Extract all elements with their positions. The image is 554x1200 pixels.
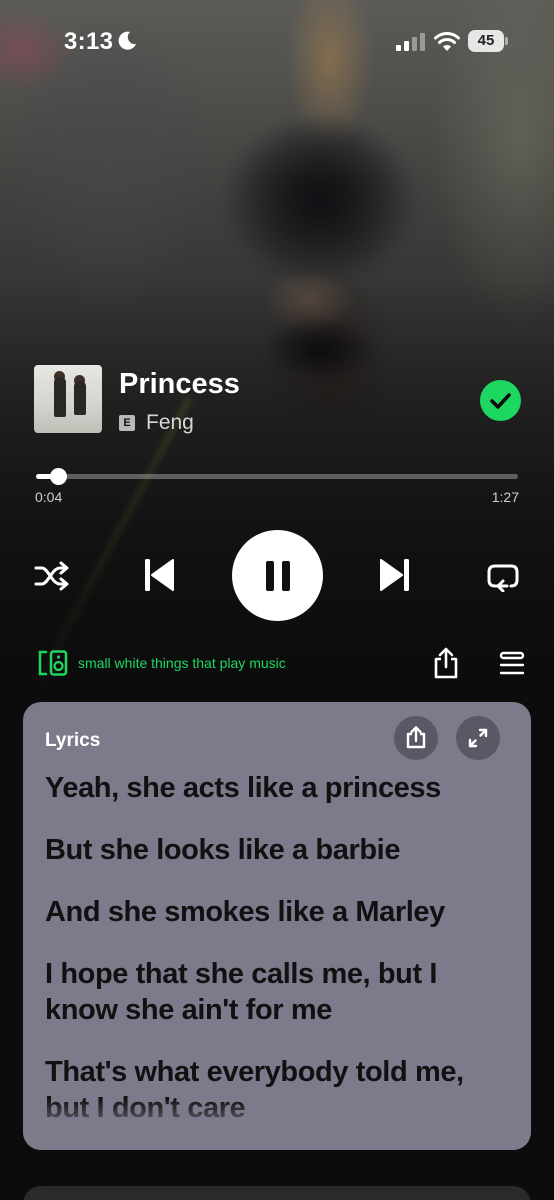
repeat-icon <box>487 564 519 592</box>
shuffle-icon <box>34 561 69 591</box>
shuffle-button[interactable] <box>32 556 72 596</box>
wifi-icon <box>434 32 460 51</box>
album-art-figure <box>74 381 86 415</box>
share-icon[interactable] <box>431 647 461 679</box>
signal-icon <box>396 33 425 51</box>
previous-button[interactable] <box>138 554 180 596</box>
background-fade <box>0 280 554 700</box>
check-icon <box>490 393 511 409</box>
skip-next-icon <box>380 559 409 591</box>
pause-button[interactable] <box>232 530 323 621</box>
track-title[interactable]: Princess <box>119 368 240 401</box>
pause-icon <box>265 560 290 591</box>
moon-icon <box>118 31 136 50</box>
lyrics-fade <box>23 1098 531 1150</box>
queue-icon[interactable] <box>499 651 525 677</box>
speaker-icon[interactable] <box>38 650 68 676</box>
time-elapsed: 0:04 <box>35 489 63 505</box>
explicit-badge: E <box>119 415 135 431</box>
lyrics-expand-button[interactable] <box>456 716 500 760</box>
track-artist[interactable]: Feng <box>146 411 194 435</box>
lyrics-card[interactable]: Lyrics Yeah, she acts like a princess Bu… <box>23 702 531 1150</box>
status-bar: 3:13 45 <box>0 0 554 86</box>
repeat-button[interactable] <box>483 556 523 596</box>
skip-previous-icon <box>145 559 174 591</box>
album-art-figure <box>54 377 66 417</box>
next-card-peek[interactable] <box>23 1186 531 1200</box>
lyrics-header: Lyrics <box>45 730 101 751</box>
battery-tip <box>505 37 508 45</box>
album-art[interactable] <box>34 365 102 433</box>
lyric-line[interactable]: Yeah, she acts like a princess <box>45 770 505 806</box>
progress-bar[interactable] <box>36 468 518 485</box>
lyric-line[interactable]: But she looks like a barbie <box>45 832 505 868</box>
next-button[interactable] <box>374 554 416 596</box>
battery-level: 45 <box>468 30 504 52</box>
time-total: 1:27 <box>491 489 519 505</box>
share-icon <box>406 726 426 749</box>
lyric-line[interactable]: And she smokes like a Marley <box>45 894 505 930</box>
liked-check-icon[interactable] <box>480 380 521 421</box>
device-name[interactable]: small white things that play music <box>78 655 286 671</box>
lyric-line[interactable]: I hope that she calls me, but I know she… <box>45 956 505 1028</box>
lyrics-share-button[interactable] <box>394 716 438 760</box>
battery-indicator: 45 <box>468 30 508 52</box>
status-time: 3:13 <box>64 28 114 55</box>
expand-icon <box>468 728 488 748</box>
lyrics-lines: Yeah, she acts like a princess But she l… <box>45 770 505 1150</box>
